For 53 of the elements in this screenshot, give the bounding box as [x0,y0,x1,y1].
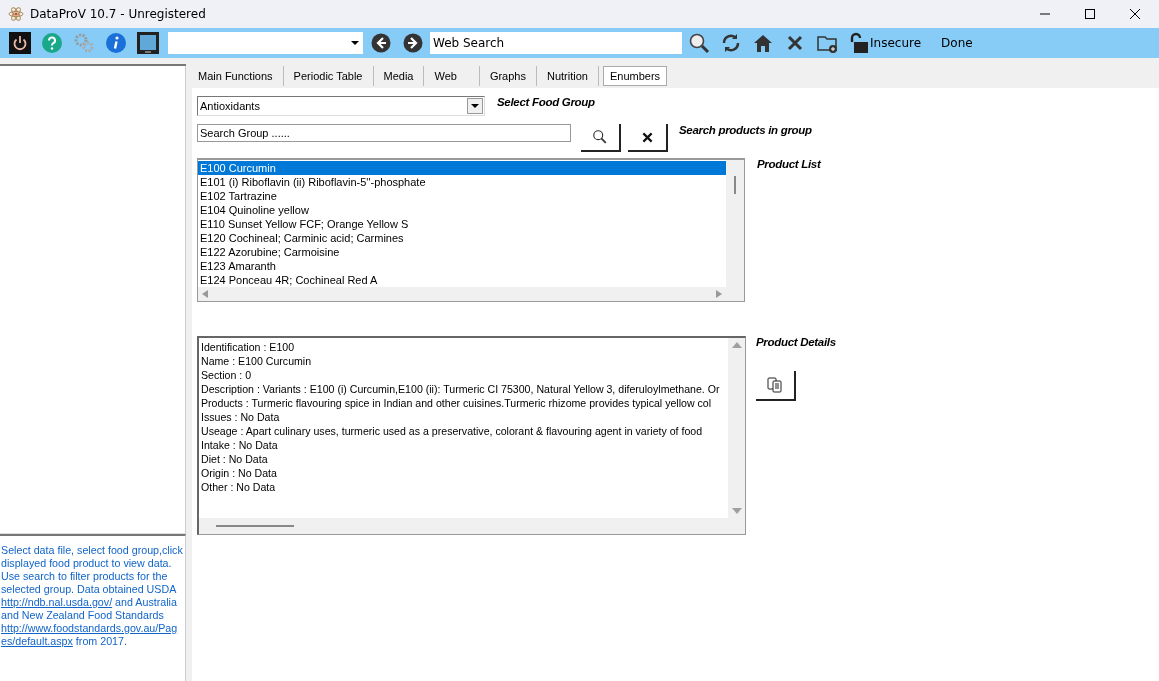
detail-line: Name : E100 Curcumin [201,354,313,368]
link[interactable]: http://www.foodstandards.gov.au/Pag [1,622,178,635]
forward-icon[interactable] [403,33,423,53]
search-group-field[interactable]: Search Group ...... [197,124,571,142]
detail-line: Origin : No Data [201,466,278,480]
page-status: Done [941,36,973,50]
caret-icon [471,104,479,108]
unlocked-padlock-icon [848,32,870,54]
search-icon[interactable] [688,32,710,54]
copy-icon [766,376,784,394]
detail-line: Useage : Apart culinary uses, turmeric used as a preservative, colorant & flavouring agent in variety of food [201,424,704,438]
detail-line: Other : No Data [201,480,277,494]
window-title: DataProV 10.7 - Unregistered [30,7,206,21]
detail-line: Description : Variants : E100 (i) Curcumin,E100 (ii): Turmeric CI 75300, Natural Yellow 3, diferuloylmethane. Or [201,382,721,396]
power-icon[interactable] [9,32,31,54]
help-icon[interactable] [41,32,63,54]
close-icon[interactable] [1129,8,1141,20]
maximize-icon[interactable] [1084,8,1096,20]
list-item[interactable]: E110 Sunset Yellow FCF; Orange Yellow S [198,217,726,231]
detail-line: Issues : No Data [201,410,281,424]
list-item[interactable]: E123 Amaranth [198,259,726,273]
caret-icon [351,41,359,45]
help-text: Select data file, select food group,click displayed food product to view data. Use search to filter products for the selected group. Data obtained USDA http://ndb.nal.usda.gov/ and Australia and New Zealand Food Standards http://www.foodstandards.gov.au/Pag es/default.aspx from 2017. [0,534,186,681]
detail-line: Products : Turmeric flavouring spice in Indian and other cuisines.Turmeric rhizome provides typical yellow col [201,396,713,410]
field-label: Search products in group [679,124,812,136]
list-item[interactable]: E124 Ponceau 4R; Cochineal Red A [198,273,726,287]
list-item[interactable]: E100 Curcumin [198,161,726,175]
detail-line: Section : 0 [201,368,253,382]
list-item[interactable]: E122 Azorubine; Carmoisine [198,245,726,259]
atom-icon [8,6,24,22]
list-item[interactable]: E101 (i) Riboflavin (ii) Riboflavin-5''-phosphate [198,175,726,189]
close-icon [641,131,653,143]
field-label: Select Food Group [497,96,595,108]
web-search-field[interactable]: Web Search [430,32,682,54]
link[interactable]: http://ndb.nal.usda.gov/ [1,596,113,609]
detail-line: Intake : No Data [201,438,279,452]
link[interactable]: es/default.aspx [1,635,73,648]
section-label: Product Details [756,336,836,348]
detail-line: Identification : E100 [201,340,296,354]
security-status: Insecure [870,36,922,50]
refresh-icon[interactable] [720,32,742,54]
info-icon[interactable] [105,32,127,54]
food-group-dropdown[interactable]: Antioxidants [197,96,485,116]
back-icon[interactable] [371,33,391,53]
detail-line: Diet : No Data [201,452,269,466]
monitor-icon[interactable] [137,32,159,54]
home-icon[interactable] [752,32,774,54]
list-item[interactable]: E120 Cochineal; Carminic acid; Carmines [198,231,726,245]
list-item[interactable]: E102 Tartrazine [198,189,726,203]
section-label: Product List [757,158,821,170]
tab[interactable]: Enumbers [602,66,668,86]
list-item[interactable]: E104 Quinoline yellow [198,203,726,217]
search-icon [592,129,608,145]
